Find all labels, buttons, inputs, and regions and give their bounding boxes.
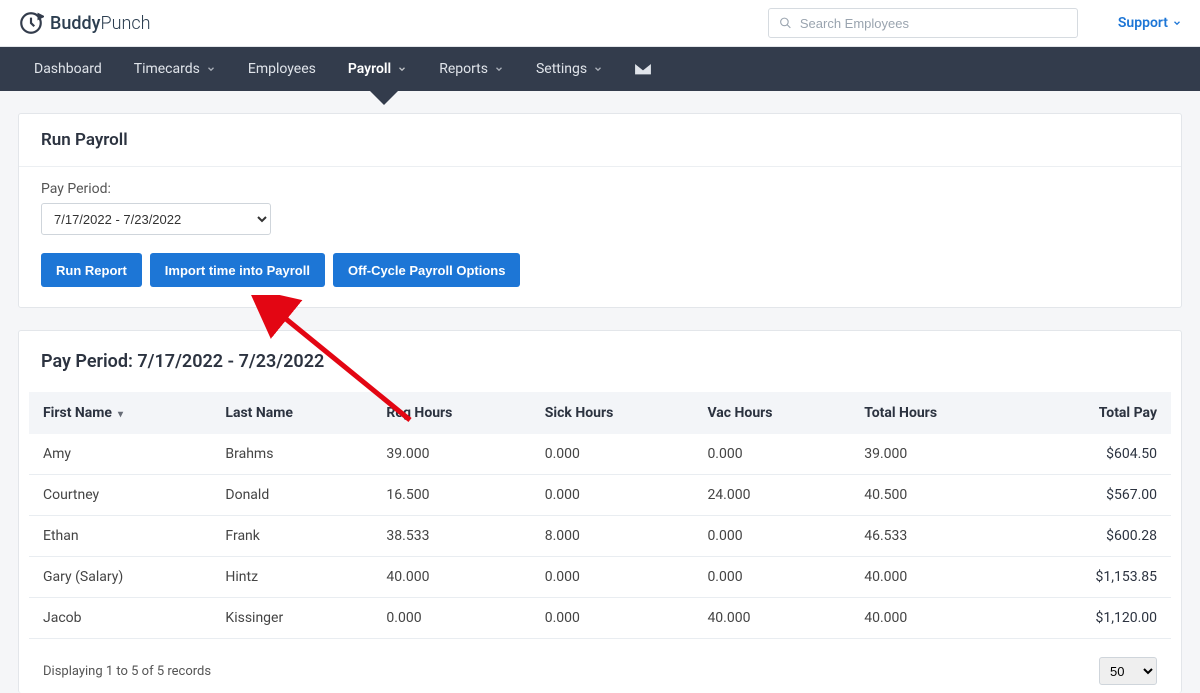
records-count-text: Displaying 1 to 5 of 5 records (43, 664, 211, 679)
cell-reg: 39.000 (372, 434, 530, 475)
top-header: BuddyPunch Support (0, 0, 1200, 47)
cell-total: 39.000 (850, 434, 1020, 475)
nav-active-caret (370, 91, 398, 105)
cell-vac: 24.000 (693, 475, 850, 516)
cell-reg: 38.533 (372, 516, 530, 557)
chevron-down-icon (206, 64, 216, 74)
cell-total: 40.000 (850, 598, 1020, 639)
cell-vac: 0.000 (693, 434, 850, 475)
cell-first: Gary (Salary) (29, 557, 211, 598)
cell-last: Kissinger (211, 598, 372, 639)
brand-name: BuddyPunch (50, 13, 151, 34)
cell-vac: 0.000 (693, 516, 850, 557)
cell-pay: $1,120.00 (1020, 598, 1171, 639)
nav-timecards[interactable]: Timecards (118, 47, 232, 91)
table-row[interactable]: JacobKissinger0.0000.00040.00040.000$1,1… (29, 598, 1171, 639)
chevron-down-icon (397, 64, 407, 74)
cell-last: Donald (211, 475, 372, 516)
cell-sick: 0.000 (531, 557, 694, 598)
col-vac-hours[interactable]: Vac Hours (693, 392, 850, 434)
cell-total: 46.533 (850, 516, 1020, 557)
table-row[interactable]: EthanFrank38.5338.0000.00046.533$600.28 (29, 516, 1171, 557)
run-payroll-panel: Run Payroll Pay Period: 7/17/2022 - 7/23… (18, 113, 1182, 308)
col-total-hours[interactable]: Total Hours (850, 392, 1020, 434)
cell-reg: 16.500 (372, 475, 530, 516)
table-header-row: First Name▾ Last Name Reg Hours Sick Hou… (29, 392, 1171, 434)
page-title: Run Payroll (19, 114, 1181, 167)
cell-vac: 40.000 (693, 598, 850, 639)
table-row[interactable]: Gary (Salary)Hintz40.0000.0000.00040.000… (29, 557, 1171, 598)
cell-total: 40.000 (850, 557, 1020, 598)
table-row[interactable]: CourtneyDonald16.5000.00024.00040.500$56… (29, 475, 1171, 516)
report-title: Pay Period: 7/17/2022 - 7/23/2022 (19, 331, 1181, 378)
cell-last: Hintz (211, 557, 372, 598)
cell-first: Jacob (29, 598, 211, 639)
cell-pay: $604.50 (1020, 434, 1171, 475)
col-sick-hours[interactable]: Sick Hours (531, 392, 694, 434)
col-total-pay[interactable]: Total Pay (1020, 392, 1171, 434)
search-icon (779, 16, 792, 30)
envelope-icon (633, 59, 653, 79)
cell-sick: 0.000 (531, 598, 694, 639)
cell-sick: 8.000 (531, 516, 694, 557)
cell-pay: $600.28 (1020, 516, 1171, 557)
nav-payroll[interactable]: Payroll (332, 47, 423, 91)
cell-reg: 40.000 (372, 557, 530, 598)
cell-reg: 0.000 (372, 598, 530, 639)
page-size-select[interactable]: 50 (1099, 657, 1157, 685)
cell-sick: 0.000 (531, 434, 694, 475)
payroll-table: First Name▾ Last Name Reg Hours Sick Hou… (29, 392, 1171, 639)
chevron-down-icon: ▾ (118, 409, 123, 420)
support-link[interactable]: Support (1118, 15, 1182, 31)
chevron-down-icon (1172, 18, 1182, 28)
cell-pay: $1,153.85 (1020, 557, 1171, 598)
col-last-name[interactable]: Last Name (211, 392, 372, 434)
cell-total: 40.500 (850, 475, 1020, 516)
report-panel: Pay Period: 7/17/2022 - 7/23/2022 First … (18, 330, 1182, 693)
clock-arrow-icon (18, 10, 44, 36)
table-row[interactable]: AmyBrahms39.0000.0000.00039.000$604.50 (29, 434, 1171, 475)
nav-mail[interactable] (619, 47, 667, 91)
import-time-button[interactable]: Import time into Payroll (150, 253, 325, 287)
page-content: Run Payroll Pay Period: 7/17/2022 - 7/23… (0, 91, 1200, 693)
cell-sick: 0.000 (531, 475, 694, 516)
col-reg-hours[interactable]: Reg Hours (372, 392, 530, 434)
pay-period-label: Pay Period: (41, 181, 1159, 197)
chevron-down-icon (494, 64, 504, 74)
run-report-button[interactable]: Run Report (41, 253, 142, 287)
brand-logo[interactable]: BuddyPunch (18, 10, 151, 36)
cell-first: Amy (29, 434, 211, 475)
cell-first: Ethan (29, 516, 211, 557)
cell-last: Brahms (211, 434, 372, 475)
cell-pay: $567.00 (1020, 475, 1171, 516)
nav-employees[interactable]: Employees (232, 47, 332, 91)
main-nav: Dashboard Timecards Employees Payroll Re… (0, 47, 1200, 91)
cell-vac: 0.000 (693, 557, 850, 598)
search-employees[interactable] (768, 8, 1078, 38)
cell-last: Frank (211, 516, 372, 557)
nav-reports[interactable]: Reports (423, 47, 520, 91)
chevron-down-icon (593, 64, 603, 74)
pay-period-select[interactable]: 7/17/2022 - 7/23/2022 (41, 203, 271, 235)
nav-dashboard[interactable]: Dashboard (18, 47, 118, 91)
col-first-name[interactable]: First Name▾ (29, 392, 211, 434)
nav-settings[interactable]: Settings (520, 47, 619, 91)
off-cycle-button[interactable]: Off-Cycle Payroll Options (333, 253, 520, 287)
search-input[interactable] (800, 16, 1067, 31)
cell-first: Courtney (29, 475, 211, 516)
